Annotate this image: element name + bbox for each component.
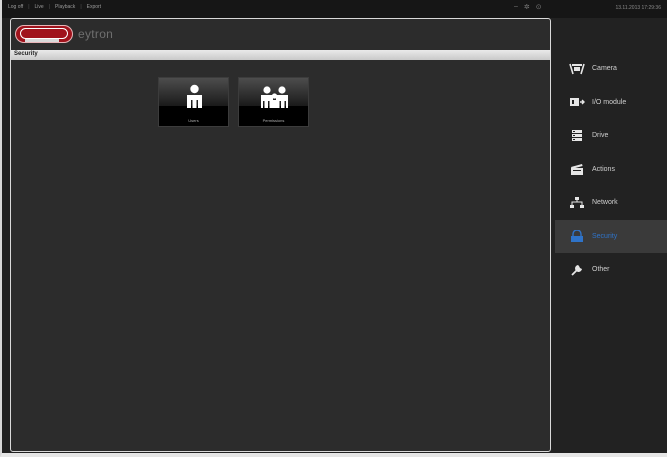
- sidebar-item-network[interactable]: Network: [555, 186, 667, 220]
- sidebar-item-actions[interactable]: Actions: [555, 153, 667, 187]
- header: eytron: [11, 19, 550, 50]
- other-icon: [569, 264, 585, 276]
- sidebar-item-other[interactable]: Other: [555, 253, 667, 287]
- sidebar-item-label: Camera: [592, 65, 617, 73]
- nav-separator: |: [48, 4, 51, 10]
- users-tile[interactable]: Users: [158, 77, 229, 127]
- date-time: 13.11.2013 17:29:36: [615, 5, 661, 11]
- permissions-tile[interactable]: Permissions: [238, 77, 309, 127]
- network-icon: [569, 196, 585, 209]
- top-navigation: Log off | Live | Playback | Export: [8, 4, 101, 10]
- sidebar-item-io-module[interactable]: I/O module: [555, 86, 667, 120]
- nav-export[interactable]: Export: [87, 4, 101, 10]
- users-tile-label: Users: [188, 118, 199, 123]
- abus-logo: [15, 25, 73, 43]
- sidebar-item-label: Drive: [592, 132, 609, 140]
- permissions-tile-label: Permissions: [262, 118, 285, 123]
- nav-log-off[interactable]: Log off: [8, 4, 23, 10]
- nav-separator: |: [80, 4, 82, 10]
- logo-oval: [20, 28, 68, 39]
- sidebar-item-label: Other: [592, 266, 610, 274]
- sidebar-item-label: Security: [592, 232, 618, 240]
- logo-tagline: [25, 39, 59, 42]
- product-name: eytron: [78, 27, 114, 41]
- security-icon: [569, 230, 585, 243]
- actions-icon: [569, 163, 585, 176]
- top-bar: Log off | Live | Playback | Export – ✲ ⊙…: [2, 0, 667, 18]
- window-controls: – ✲ ⊙: [514, 3, 542, 11]
- sidebar-item-label: Actions: [592, 165, 615, 173]
- sidebar-item-drive[interactable]: Drive: [555, 119, 667, 153]
- main-panel: eytron Security Users Permissions: [10, 18, 551, 452]
- sidebar-menu: Camera I/O module Drive Actions Network …: [555, 52, 667, 287]
- sidebar-item-security[interactable]: Security: [555, 219, 667, 253]
- nav-live[interactable]: Live: [35, 4, 44, 10]
- camera-icon: [569, 63, 585, 75]
- settings-icon[interactable]: ✲: [524, 3, 530, 11]
- nav-playback[interactable]: Playback: [55, 4, 75, 10]
- application-window: Log off | Live | Playback | Export – ✲ ⊙…: [0, 0, 667, 457]
- io-module-icon: [569, 96, 585, 108]
- section-header: Security: [11, 50, 550, 60]
- sidebar-item-label: I/O module: [592, 98, 627, 106]
- sidebar-item-camera[interactable]: Camera: [555, 52, 667, 86]
- drive-icon: [569, 129, 585, 142]
- nav-separator: |: [28, 4, 30, 10]
- sidebar-item-label: Network: [592, 199, 618, 207]
- help-icon[interactable]: ⊙: [536, 3, 542, 11]
- users-group-icon: [239, 84, 308, 110]
- user-icon: [159, 84, 228, 110]
- minimize-icon[interactable]: –: [514, 3, 518, 11]
- section-title: Security: [14, 51, 38, 57]
